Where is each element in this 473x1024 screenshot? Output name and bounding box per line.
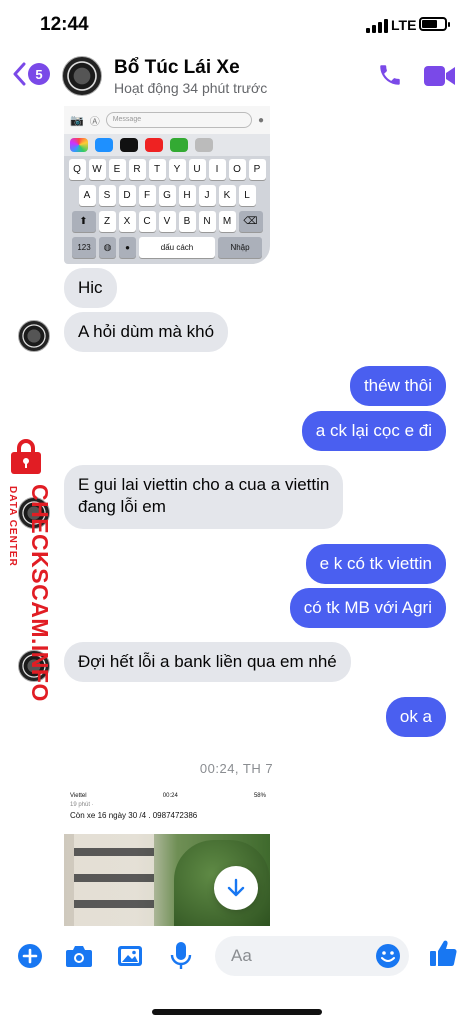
message-input-container[interactable] [215,936,409,976]
camera-icon[interactable] [65,944,93,968]
microphone-icon[interactable] [170,941,192,971]
key-u: U [188,159,206,180]
like-icon[interactable] [428,938,458,968]
battery-icon [419,17,450,31]
key-space: dấu cách [139,237,215,258]
video-call-icon[interactable] [424,65,456,87]
key-y: Y [168,159,186,180]
emoji-icon[interactable] [375,943,401,969]
appstore-icon [95,138,113,152]
key-i: I [208,159,226,180]
heart-app-icon [120,138,138,152]
image-battery: 58% [253,793,266,799]
image-time: 00:24 [162,793,178,799]
contact-activity: Hoạt động 34 phút trước [114,80,268,96]
key-t: T [148,159,166,180]
scroll-down-button[interactable] [214,866,258,910]
key-a: A [78,185,96,206]
image-status-bar: Viettel 00:24 58% [64,790,270,802]
key-l: L [238,185,256,206]
message-incoming[interactable]: Hic [64,268,117,308]
key-enter: Nhập [218,237,262,258]
key-g: G [158,185,176,206]
chevron-left-icon [13,62,26,86]
mic-key-icon: ● [119,237,136,258]
shared-keyboard-screenshot[interactable]: 📷 Ⓐ Message ● QWERTYUIOP ASDFGHJKL ⬆ Z X C V… [64,106,270,264]
message-outgoing[interactable]: ok a [385,697,446,737]
message-incoming[interactable]: A hỏi dùm mà khó [64,312,229,352]
message-line: đang lỗi em [78,497,166,516]
phone-icon[interactable] [377,62,403,88]
message-line: E gui lai viettin cho a cua a viettin [78,475,330,494]
status-time: 12:44 [40,14,89,35]
key-r: R [128,159,146,180]
screenshot-app-strip [64,134,270,156]
key-n: N [198,211,216,232]
shift-icon: ⬆ [71,211,96,232]
contact-avatar-small [18,320,50,352]
key-j: J [198,185,216,206]
back-button[interactable]: 5 [12,62,50,86]
key-123: 123 [72,237,96,258]
message-incoming[interactable]: Đợi hết lỗi a bank liền qua em nhé [64,642,351,682]
key-f: F [138,185,156,206]
globe-icon: ◍ [99,237,116,258]
youtube-icon [145,138,163,152]
chat-header: 5 Bổ Túc Lái Xe Hoạt động 34 phút trước [0,48,473,104]
key-v: V [158,211,176,232]
key-h: H [178,185,196,206]
contact-name[interactable]: Bổ Túc Lái Xe [114,57,240,79]
key-z: Z [98,211,116,232]
key-w: W [88,159,106,180]
key-k: K [218,185,236,206]
camera-icon: 📷 [70,114,84,127]
key-p: P [248,159,266,180]
home-indicator [152,1009,322,1015]
lock-icon [11,439,41,474]
photos-icon [70,138,88,152]
mic-icon: ● [257,114,264,126]
watermark-tag: DATA CENTER [7,486,18,567]
key-q: Q [68,159,86,180]
key-s: S [98,185,116,206]
key-e: E [108,159,126,180]
status-bar: 12:44 LTE [0,0,473,50]
maps-icon [170,138,188,152]
message-outgoing[interactable]: có tk MB với Agri [289,588,446,628]
message-outgoing[interactable]: a ck lại cọc e đi [301,411,446,451]
gallery-icon[interactable] [117,943,143,969]
watermark-brand: CHECKSCAM.INFO [27,484,53,702]
key-c: C [138,211,156,232]
timestamp-divider: 00:24, TH 7 [199,761,274,776]
message-incoming-multiline[interactable]: E gui lai viettin cho a cua a viettin đa… [64,465,344,529]
appstore-icon: Ⓐ [89,116,100,128]
signal-icon [366,19,388,33]
key-b: B [178,211,196,232]
key-o: O [228,159,246,180]
key-d: D [118,185,136,206]
plus-icon[interactable] [17,943,43,969]
screenshot-keyboard: QWERTYUIOP ASDFGHJKL ⬆ Z X C V B N M ⌫ 123 ◍ ● d… [64,156,270,264]
backspace-icon: ⌫ [238,211,263,232]
key-x: X [118,211,136,232]
screenshot-message-bar: 📷 Ⓐ Message ● [64,106,270,134]
image-caption: Còn xe 16 ngày 30 /4 . 0987472386 [70,811,198,820]
more-icon [195,138,213,152]
network-type: LTE [391,17,417,33]
arrow-down-icon [227,878,245,897]
message-input[interactable] [231,944,361,968]
message-outgoing[interactable]: e k có tk viettin [305,544,446,584]
screenshot-message-field: Message [105,112,252,128]
image-carrier: Viettel [70,793,87,799]
contact-avatar[interactable] [62,56,102,96]
message-outgoing[interactable]: théw thôi [349,366,446,406]
building [74,834,154,926]
unread-badge: 5 [28,63,50,85]
key-m: M [218,211,236,232]
